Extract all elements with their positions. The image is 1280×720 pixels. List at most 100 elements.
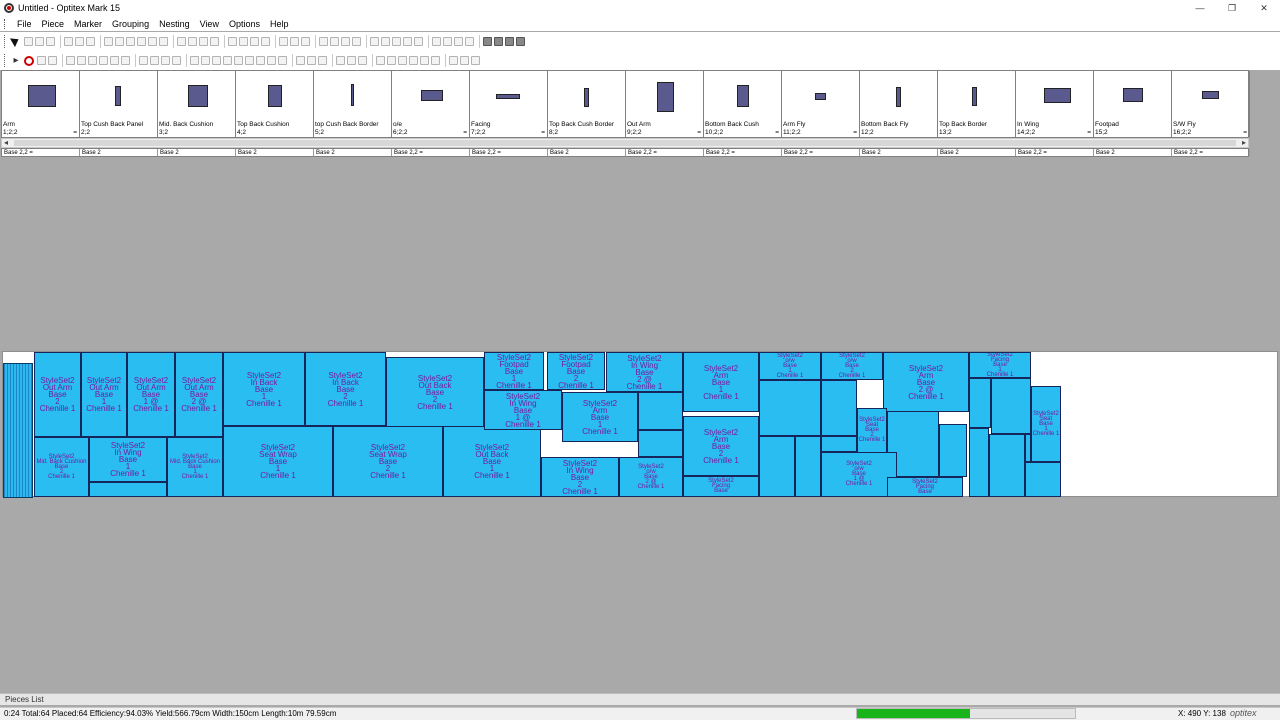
toolbar-tool-icon[interactable] [239, 37, 248, 46]
marker-piece[interactable]: StyleSet2 o/w Base 1 @ Chenille 1 [821, 452, 897, 497]
piece-line-value[interactable]: Base 2 [1094, 149, 1172, 156]
piece-line-value[interactable]: Base 2,2 = [1016, 149, 1094, 156]
toolbar-tool-icon[interactable] [261, 37, 270, 46]
marker-piece[interactable]: StyleSet2 Arm Base 2 Chenille 1 [683, 416, 759, 476]
menu-file[interactable]: File [12, 19, 37, 29]
marker-piece[interactable]: StyleSet2 Facing Base [683, 476, 759, 497]
menu-help[interactable]: Help [265, 19, 294, 29]
piece-thumbnail[interactable]: Top Back Cush Border 8;2 [548, 71, 626, 137]
toolbar-tool-icon[interactable] [409, 56, 418, 65]
marker-piece[interactable]: StyleSet2 Out Back Base 1 Chenille 1 [443, 426, 541, 497]
scrollbar-thumb[interactable] [14, 140, 1236, 146]
marker-piece[interactable]: StyleSet2 Mid. Back Cushion Base 1 Chenille … [167, 437, 223, 497]
marker-piece[interactable]: StyleSet2 In Back Base 2 Chenille 1 [305, 352, 386, 426]
marker-small-piece[interactable] [989, 434, 1025, 497]
piece-line-value[interactable]: Base 2 [548, 149, 626, 156]
menu-marker[interactable]: Marker [69, 19, 107, 29]
piece-thumbnail[interactable]: Top Back Border 13;2 [938, 71, 1016, 137]
piece-thumbnail[interactable]: Facing 7;2;2 = [470, 71, 548, 137]
marker-small-piece[interactable] [89, 482, 167, 497]
marker-piece[interactable]: StyleSet2 In Wing Base 2 @ Chenille 1 [606, 352, 683, 392]
menu-view[interactable]: View [195, 19, 224, 29]
toolbar-tool-icon[interactable] [465, 37, 474, 46]
menu-options[interactable]: Options [224, 19, 265, 29]
toolbar-tool-icon[interactable] [245, 56, 254, 65]
toolbar-tool-icon[interactable] [505, 37, 514, 46]
piece-thumbnail[interactable]: Top Back Cushion 4;2 [236, 71, 314, 137]
toolbar-tool-icon[interactable] [358, 56, 367, 65]
toolbar-tool-icon[interactable] [267, 56, 276, 65]
toolbar-tool-icon[interactable] [460, 56, 469, 65]
toolbar-tool-icon[interactable] [443, 37, 452, 46]
marker-piece[interactable]: StyleSet2 o/w Base 2 Chenille 1 [821, 352, 883, 380]
piece-line-value[interactable]: Base 2 [314, 149, 392, 156]
marker-piece[interactable]: StyleSet2 Out Arm Base 1 @ Chenille 1 [127, 352, 175, 437]
toolbar-tool-icon[interactable] [150, 56, 159, 65]
piece-thumbnail[interactable]: Bottom Back Cush 10;2;2 = [704, 71, 782, 137]
marker-small-piece[interactable] [638, 392, 683, 430]
marker-piece[interactable]: StyleSet2 Out Arm Base 1 Chenille 1 [81, 352, 127, 437]
toolbar-tool-icon[interactable] [46, 37, 55, 46]
marker-piece[interactable]: StyleSet2 Out Arm Base 2 Chenille 1 [34, 352, 81, 437]
close-button[interactable]: ✕ [1248, 0, 1280, 16]
marker-small-piece[interactable] [821, 380, 857, 436]
marker-piece[interactable]: StyleSet2 Seat Base 2 Chenille 1 [857, 408, 887, 453]
piece-thumbnail[interactable]: Arm 1;2;2 = [2, 71, 80, 137]
piece-line-value[interactable]: Base 2,2 = [782, 149, 860, 156]
toolbar-tool-icon[interactable] [86, 37, 95, 46]
toolbar-tool-icon[interactable] [199, 37, 208, 46]
toolbar-tool-icon[interactable] [307, 56, 316, 65]
toolbar-tool-icon[interactable] [177, 37, 186, 46]
menu-nesting[interactable]: Nesting [154, 19, 195, 29]
piece-thumbnail[interactable]: Footpad 15;2 [1094, 71, 1172, 137]
toolbar-tool-icon[interactable] [172, 56, 181, 65]
toolbar-tool-icon[interactable] [88, 56, 97, 65]
marker-small-piece[interactable] [969, 378, 991, 428]
marker-piece[interactable]: StyleSet2 o/w Base 2 @ Chenille 1 [619, 457, 683, 497]
toolbar-tool-icon[interactable] [381, 37, 390, 46]
piece-thumbnail[interactable]: In Wing 14;2;2 = [1016, 71, 1094, 137]
toolbar-tool-icon[interactable] [139, 56, 148, 65]
toolbar-tool-icon[interactable] [37, 56, 46, 65]
marker-piece[interactable]: StyleSet2 Footpad Base 2 Chenille 1 [547, 352, 605, 390]
marker-piece[interactable]: StyleSet2 o/w Base 1 Chenille 1 [759, 352, 821, 380]
marker-piece[interactable]: StyleSet2 Facing Base 1 Chenille 1 [969, 352, 1031, 378]
marker-piece[interactable]: StyleSet2 Out Back Base 2 Chenille 1 [386, 357, 484, 427]
play-icon[interactable]: ▸ [11, 55, 21, 66]
piece-line-value[interactable]: Base 2,2 = [470, 149, 548, 156]
marker-piece[interactable]: StyleSet2 Arm Base 2 @ Chenille 1 [883, 352, 969, 412]
toolbar-tool-icon[interactable] [454, 37, 463, 46]
toolbar-tool-icon[interactable] [24, 37, 33, 46]
piece-line-value[interactable]: Base 2 [860, 149, 938, 156]
marker-piece[interactable]: StyleSet2 Facing Base [887, 477, 963, 497]
piece-line-value[interactable]: Base 2,2 = [1172, 149, 1250, 156]
menu-piece[interactable]: Piece [37, 19, 70, 29]
marker-piece[interactable]: StyleSet2 Arm Base 1 Chenille 1 [562, 392, 638, 442]
piece-line-value[interactable]: Base 2 [158, 149, 236, 156]
toolbar-tool-icon[interactable] [431, 56, 440, 65]
marker-piece[interactable]: StyleSet2 Mid. Back Cushion Base 2 Chenille … [34, 437, 89, 497]
menu-grouping[interactable]: Grouping [107, 19, 154, 29]
marker-piece[interactable]: StyleSet2 Arm Base 1 Chenille 1 [683, 352, 759, 412]
toolbar-tool-icon[interactable] [319, 37, 328, 46]
toolbar-tool-icon[interactable] [234, 56, 243, 65]
piece-line-value[interactable]: Base 2 [236, 149, 314, 156]
marker-small-piece[interactable] [759, 436, 795, 497]
toolbar-tool-icon[interactable] [420, 56, 429, 65]
marker-piece[interactable]: StyleSet2 Footpad Base 1 Chenille 1 [484, 352, 544, 390]
toolbar-tool-icon[interactable] [64, 37, 73, 46]
toolbar-tool-icon[interactable] [188, 37, 197, 46]
toolbar-tool-icon[interactable] [432, 37, 441, 46]
toolbar-tool-icon[interactable] [210, 37, 219, 46]
toolbar-tool-icon[interactable] [403, 37, 412, 46]
pieces-scrollbar[interactable]: ◂ ▸ [1, 138, 1249, 148]
marker-piece[interactable]: StyleSet2 In Wing Base 1 Chenille 1 [89, 437, 167, 482]
toolbar-tool-icon[interactable] [104, 37, 113, 46]
piece-thumbnail[interactable]: o/e 6;2;2 = [392, 71, 470, 137]
marker-canvas[interactable]: StyleSet2 Out Arm Base 2 Chenille 1 StyleSet2… [2, 351, 1278, 498]
select-arrow-icon[interactable] [11, 36, 21, 47]
toolbar-tool-icon[interactable] [398, 56, 407, 65]
toolbar-tool-icon[interactable] [516, 37, 525, 46]
marker-piece[interactable]: StyleSet2 Out Arm Base 2 @ Chenille 1 [175, 352, 223, 437]
toolbar-tool-icon[interactable] [347, 56, 356, 65]
